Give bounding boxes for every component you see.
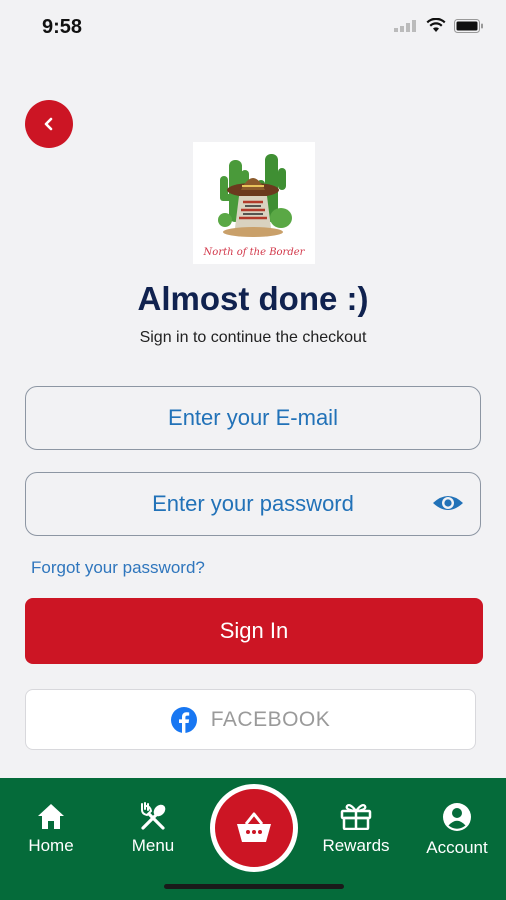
tab-account[interactable]: Account bbox=[412, 802, 502, 858]
sign-in-label: Sign In bbox=[219, 618, 289, 643]
tab-rewards[interactable]: Rewards bbox=[311, 802, 401, 856]
facebook-icon bbox=[170, 706, 197, 733]
account-icon bbox=[443, 803, 471, 831]
back-button[interactable] bbox=[25, 100, 73, 148]
email-placeholder: Enter your E-mail bbox=[168, 405, 338, 430]
gift-icon bbox=[340, 804, 372, 830]
password-field[interactable]: Enter your password bbox=[25, 472, 481, 536]
signal-icon bbox=[394, 19, 416, 32]
password-placeholder: Enter your password bbox=[152, 491, 354, 516]
facebook-login-button[interactable]: FACEBOOK bbox=[25, 689, 476, 750]
tab-rewards-label: Rewards bbox=[322, 836, 390, 855]
tab-menu-label: Menu bbox=[131, 836, 175, 855]
eye-icon[interactable] bbox=[431, 491, 465, 515]
home-indicator bbox=[164, 884, 344, 889]
facebook-label: FACEBOOK bbox=[210, 707, 331, 731]
cart-button[interactable] bbox=[210, 784, 298, 872]
status-time: 9:58 bbox=[42, 16, 83, 38]
chevron-left-icon bbox=[44, 117, 53, 131]
battery-icon bbox=[454, 18, 483, 33]
tab-menu[interactable]: Menu bbox=[108, 802, 198, 856]
utensils-icon bbox=[141, 802, 166, 830]
status-bar: 9:58 bbox=[0, 0, 506, 56]
cactus-sombrero-logo-icon bbox=[218, 154, 292, 237]
tab-account-label: Account bbox=[426, 838, 488, 857]
restaurant-logo: North of the Border bbox=[193, 142, 315, 264]
home-icon bbox=[38, 804, 64, 829]
email-field[interactable]: Enter your E-mail bbox=[25, 386, 481, 450]
page-title: Almost done :) bbox=[137, 280, 369, 317]
logo-text: North of the Border bbox=[203, 247, 305, 258]
basket-icon bbox=[237, 812, 271, 842]
sign-in-button[interactable]: Sign In bbox=[25, 598, 483, 664]
tab-home-label: Home bbox=[28, 836, 74, 855]
tab-home[interactable]: Home bbox=[6, 802, 96, 856]
page-subtitle: Sign in to continue the checkout bbox=[139, 329, 367, 346]
wifi-icon bbox=[426, 18, 446, 32]
forgot-password-link[interactable]: Forgot your password? bbox=[31, 558, 205, 578]
status-icons bbox=[394, 18, 484, 33]
